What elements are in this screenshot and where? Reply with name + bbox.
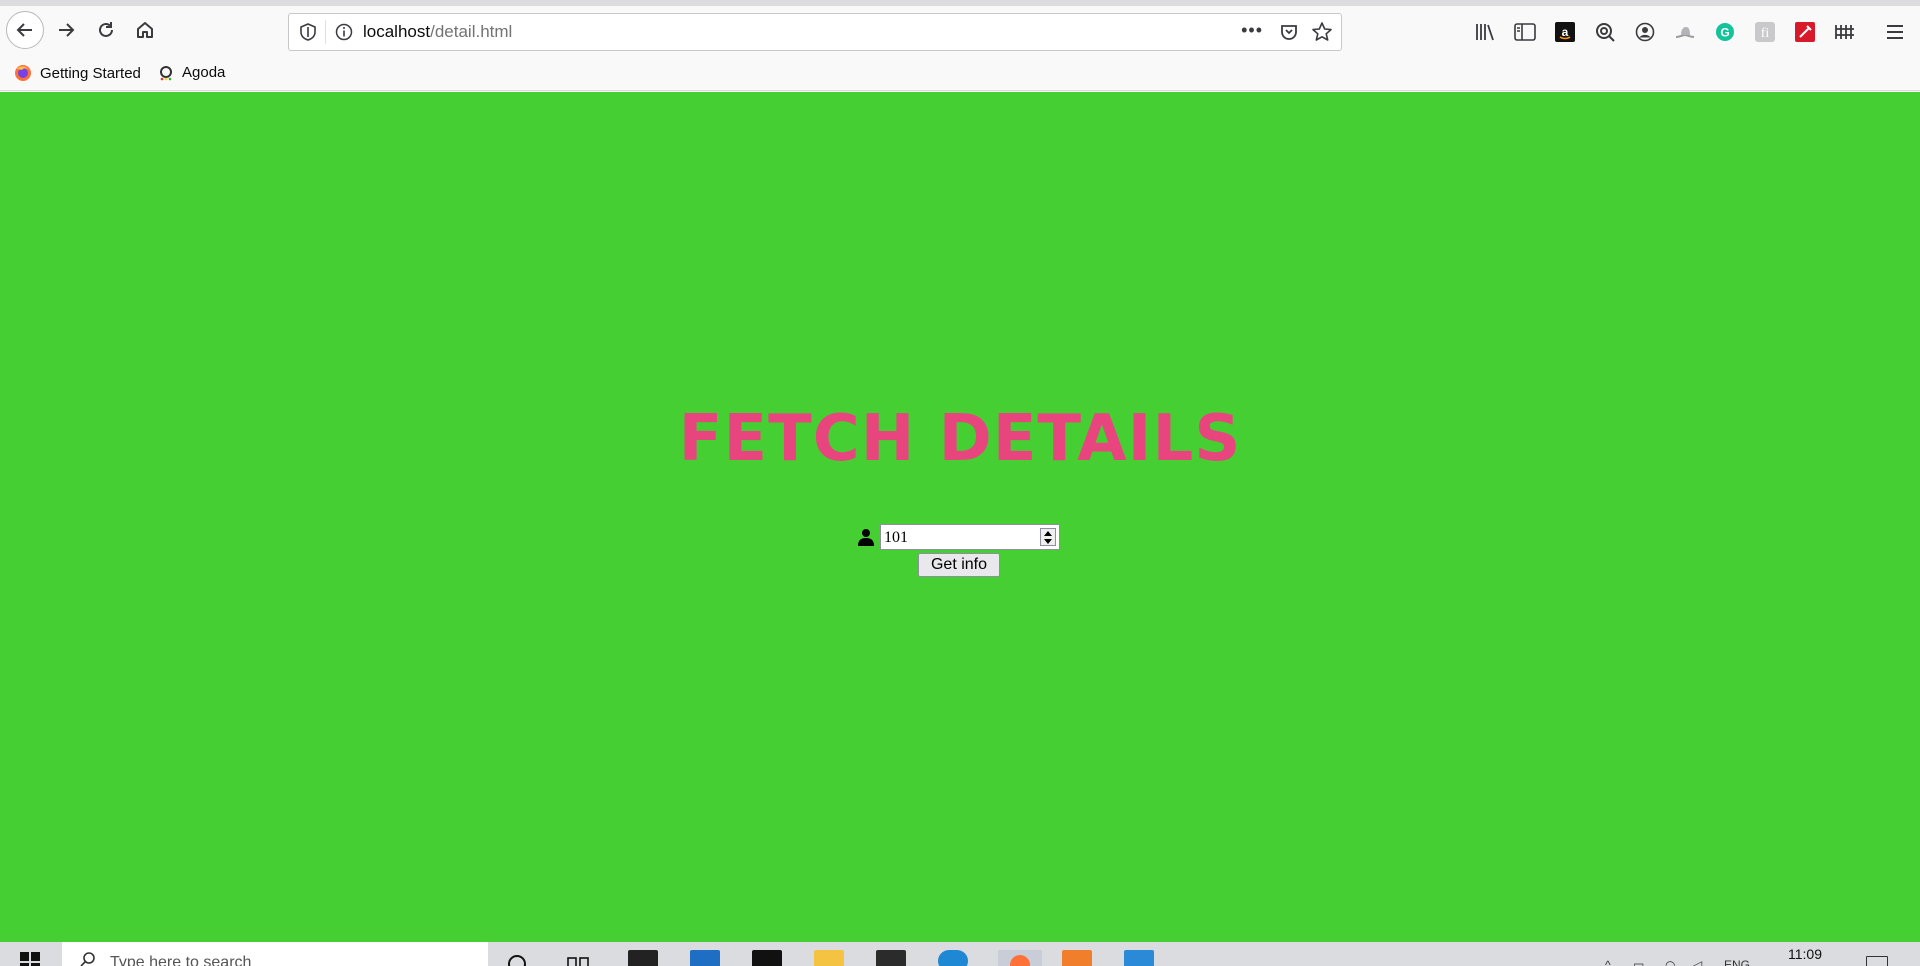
menu-hamburger-icon[interactable] bbox=[1883, 20, 1907, 44]
browser-toolbar: localhost/detail.html ••• a G fi bbox=[0, 6, 1920, 57]
color-picker-extension-icon[interactable] bbox=[1793, 20, 1817, 44]
back-arrow-icon bbox=[16, 23, 32, 37]
url-bar-divider bbox=[325, 20, 326, 44]
amazon-extension-icon[interactable]: a bbox=[1553, 20, 1577, 44]
page-content: FETCH DETAILS 101 Get info bbox=[0, 92, 1920, 942]
hat-extension-icon[interactable] bbox=[1673, 20, 1697, 44]
font-extension-icon[interactable]: fi bbox=[1753, 20, 1777, 44]
home-icon bbox=[137, 22, 153, 38]
url-text[interactable]: localhost/detail.html bbox=[363, 22, 512, 42]
bookmark-label: Getting Started bbox=[40, 64, 141, 82]
windows-taskbar: Type here to search ^ ▭ ◠ ◁ ENG 11:09 bbox=[0, 942, 1920, 966]
get-info-button[interactable]: Get info bbox=[918, 553, 1000, 577]
bookmark-getting-started[interactable]: Getting Started bbox=[14, 64, 141, 82]
edge-icon[interactable] bbox=[938, 950, 968, 966]
tray-chevron-icon[interactable]: ^ bbox=[1605, 958, 1611, 966]
account-icon[interactable] bbox=[1633, 20, 1657, 44]
taskbar-search-placeholder: Type here to search bbox=[110, 954, 252, 966]
page-actions-more-button[interactable]: ••• bbox=[1241, 20, 1263, 41]
page-title: FETCH DETAILS bbox=[678, 402, 1242, 476]
site-info-icon[interactable] bbox=[335, 23, 353, 46]
svg-text:fi: fi bbox=[1761, 26, 1770, 41]
tracking-protection-shield-icon[interactable] bbox=[299, 23, 317, 46]
spin-down-icon[interactable] bbox=[1044, 538, 1052, 544]
windows-start-icon[interactable] bbox=[20, 952, 40, 966]
forward-arrow-icon bbox=[59, 23, 75, 37]
search-icon bbox=[80, 951, 96, 966]
taskbar-clock[interactable]: 11:09 bbox=[1788, 946, 1822, 962]
svg-text:a: a bbox=[1562, 25, 1569, 39]
search-extension-icon[interactable] bbox=[1593, 20, 1617, 44]
bookmark-label: Agoda bbox=[182, 64, 226, 81]
number-spinner[interactable] bbox=[1040, 528, 1056, 546]
tray-volume-icon[interactable]: ◁ bbox=[1693, 958, 1702, 966]
tray-language[interactable]: ENG bbox=[1724, 958, 1750, 966]
agoda-icon bbox=[158, 65, 174, 81]
dropbox-icon[interactable] bbox=[752, 950, 782, 966]
taskbar-search-box[interactable]: Type here to search bbox=[62, 942, 488, 966]
mail-icon[interactable] bbox=[690, 950, 720, 966]
store-icon[interactable] bbox=[628, 950, 658, 966]
url-path: /detail.html bbox=[430, 22, 513, 41]
ruler-extension-icon[interactable] bbox=[1833, 20, 1857, 44]
task-view-icon[interactable] bbox=[565, 950, 591, 966]
grammarly-icon[interactable]: G bbox=[1713, 20, 1737, 44]
notification-center-icon[interactable] bbox=[1866, 956, 1888, 966]
bookmark-agoda[interactable]: Agoda bbox=[158, 64, 225, 81]
bookmark-star-icon[interactable] bbox=[1311, 21, 1333, 48]
url-host: localhost bbox=[363, 22, 431, 41]
cortana-icon[interactable] bbox=[505, 950, 529, 966]
vscode-icon[interactable] bbox=[1124, 950, 1154, 966]
reload-icon bbox=[99, 22, 113, 37]
svg-text:G: G bbox=[1720, 26, 1729, 40]
reload-button[interactable] bbox=[88, 12, 124, 48]
home-button[interactable] bbox=[127, 12, 163, 48]
firefox-taskbar-icon[interactable] bbox=[998, 950, 1042, 966]
pocket-icon[interactable] bbox=[1279, 22, 1299, 47]
back-button[interactable] bbox=[6, 11, 44, 49]
forward-button[interactable] bbox=[48, 12, 84, 48]
user-id-number-input[interactable]: 101 bbox=[880, 524, 1060, 550]
library-icon[interactable] bbox=[1473, 20, 1497, 44]
tray-battery-icon[interactable]: ▭ bbox=[1633, 958, 1644, 966]
user-id-value: 101 bbox=[884, 529, 908, 546]
url-bar[interactable]: localhost/detail.html ••• bbox=[288, 13, 1342, 51]
file-explorer-icon[interactable] bbox=[814, 950, 844, 966]
sidebar-toggle-icon[interactable] bbox=[1513, 20, 1537, 44]
user-icon bbox=[858, 527, 876, 547]
xampp-icon[interactable] bbox=[1062, 950, 1092, 966]
id-form-row: 101 bbox=[858, 524, 1060, 550]
tray-wifi-icon[interactable]: ◠ bbox=[1665, 958, 1675, 966]
bookmarks-toolbar: Getting Started Agoda bbox=[0, 57, 1920, 91]
firefox-icon bbox=[14, 64, 32, 82]
terminal-app-icon[interactable] bbox=[876, 950, 906, 966]
spin-up-icon[interactable] bbox=[1044, 530, 1052, 536]
